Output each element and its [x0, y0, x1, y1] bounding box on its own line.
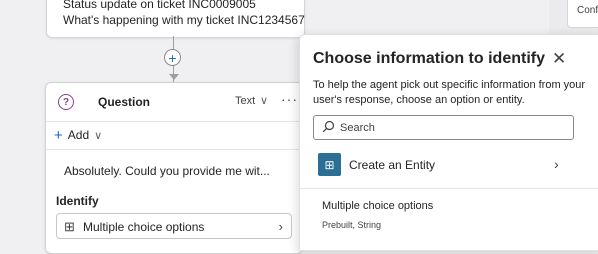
- add-node-button[interactable]: +: [164, 49, 181, 66]
- option-subtitle: Prebuilt, String: [322, 220, 382, 230]
- panel-description: To help the agent pick out specific info…: [313, 79, 586, 106]
- choose-information-panel: Choose information to identify ✕ To help…: [299, 34, 598, 251]
- chevron-right-icon: ›: [554, 156, 559, 172]
- search-icon: [322, 120, 335, 133]
- option-multiple-choice[interactable]: Multiple choice options: [322, 200, 433, 212]
- trigger-phrase: What's happening with my ticket INC12345…: [63, 13, 305, 27]
- trigger-phrases-card[interactable]: Status update on ticket INC0009005 What'…: [46, 0, 305, 38]
- create-entity-button[interactable]: ⊞ Create an Entity ›: [313, 149, 581, 181]
- close-icon[interactable]: ✕: [552, 49, 566, 69]
- more-options-icon[interactable]: ···: [281, 91, 298, 107]
- divider: [300, 188, 598, 189]
- entity-icon: ⊞: [318, 153, 341, 176]
- identify-selector[interactable]: ⊞ Multiple choice options ›: [56, 213, 292, 239]
- chevron-down-icon: ∨: [94, 130, 103, 142]
- search-input[interactable]: [340, 119, 565, 136]
- plus-icon: +: [54, 127, 63, 144]
- identify-value: Multiple choice options: [83, 220, 205, 234]
- search-box[interactable]: [313, 115, 574, 140]
- chevron-down-icon[interactable]: ∨: [260, 94, 268, 107]
- question-node[interactable]: ? Question Text ∨ ··· + Add ∨ Absolutely. …: [45, 82, 303, 254]
- add-button[interactable]: + Add ∨: [54, 127, 102, 144]
- add-label: Add: [67, 128, 90, 142]
- question-message[interactable]: Absolutely. Could you provide me wit...: [64, 164, 270, 178]
- question-bubble-icon: ?: [58, 94, 74, 110]
- chevron-right-icon: ›: [278, 219, 283, 234]
- panel-title: Choose information to identify: [313, 50, 545, 67]
- divider: [46, 149, 302, 150]
- question-node-title: Question: [98, 95, 151, 109]
- adjacent-node-card[interactable]: Conf: [567, 0, 598, 28]
- trigger-phrase: Status update on ticket INC0009005: [63, 0, 256, 11]
- response-type-dropdown[interactable]: Text: [235, 95, 255, 107]
- identify-label: Identify: [56, 194, 99, 208]
- adjacent-node-label: Conf: [577, 5, 598, 16]
- create-entity-label: Create an Entity: [349, 158, 436, 172]
- grid-icon: ⊞: [64, 219, 75, 234]
- connector-arrow: [169, 74, 179, 80]
- question-node-header: ? Question Text ∨ ···: [46, 83, 302, 122]
